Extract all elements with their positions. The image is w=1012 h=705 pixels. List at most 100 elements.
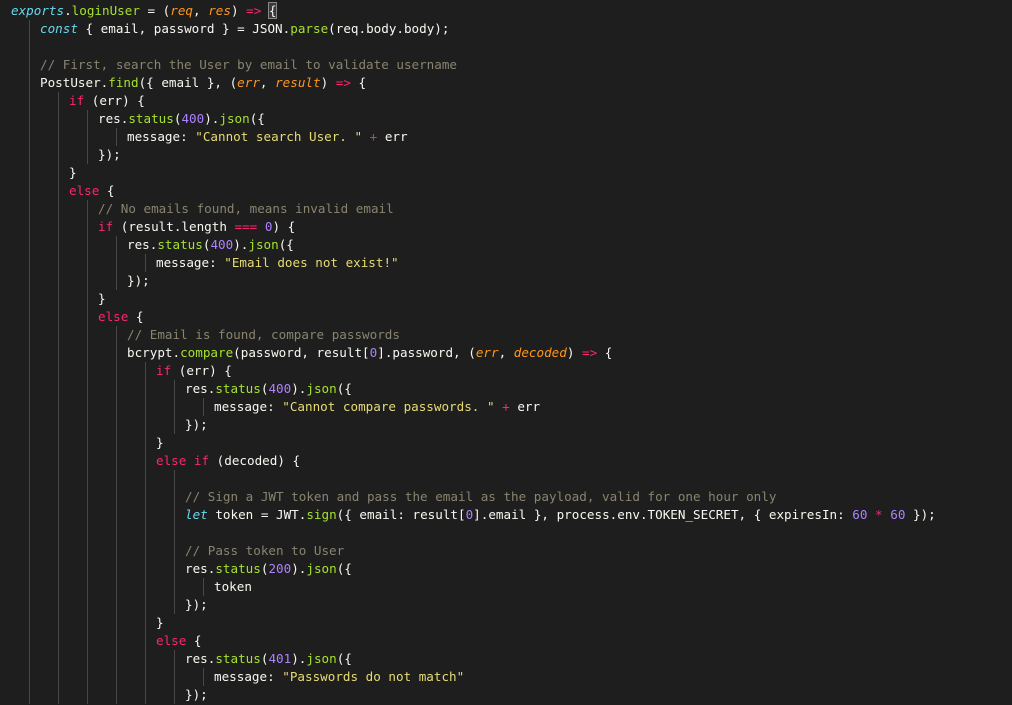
code-line[interactable]: else { xyxy=(11,182,1011,200)
code-line-content: // No emails found, means invalid email xyxy=(98,201,394,216)
indent-guide xyxy=(87,488,88,506)
code-line[interactable] xyxy=(11,38,1011,56)
indent-guide xyxy=(87,200,88,218)
code-line[interactable]: const { email, password } = JSON.parse(r… xyxy=(11,20,1011,38)
code-line[interactable]: bcrypt.compare(password, result[0].passw… xyxy=(11,344,1011,362)
code-text: = ( xyxy=(139,3,171,18)
code-line[interactable]: let token = JWT.sign({ email: result[0].… xyxy=(11,506,1011,524)
code-text: (err) { xyxy=(84,93,145,108)
operator-token: + xyxy=(502,399,510,414)
indent-guide xyxy=(58,506,59,524)
code-line[interactable]: res.status(400).json({ xyxy=(11,236,1011,254)
indent-guide xyxy=(116,326,117,344)
code-line[interactable]: }); xyxy=(11,146,1011,164)
code-line[interactable]: if (result.length === 0) { xyxy=(11,218,1011,236)
indent-guide xyxy=(87,596,88,614)
operator-token: => xyxy=(335,75,351,90)
indent-guide xyxy=(203,668,204,686)
indent-guide xyxy=(29,326,30,344)
code-line[interactable]: }); xyxy=(11,686,1011,704)
indent-guide xyxy=(116,272,117,290)
indent-guide xyxy=(174,470,175,488)
code-line[interactable]: } xyxy=(11,164,1011,182)
code-line[interactable]: message: "Cannot compare passwords. " + … xyxy=(11,398,1011,416)
code-line[interactable]: message: "Cannot search User. " + err xyxy=(11,128,1011,146)
code-line[interactable]: res.status(401).json({ xyxy=(11,650,1011,668)
function-token: sign xyxy=(306,507,337,522)
indent-guide xyxy=(145,560,146,578)
indent-guide xyxy=(87,452,88,470)
code-line[interactable]: // First, search the User by email to va… xyxy=(11,56,1011,74)
code-text: { xyxy=(128,309,144,324)
code-line[interactable]: token xyxy=(11,578,1011,596)
function-token: json xyxy=(219,111,250,126)
code-text: ({ xyxy=(336,651,352,666)
code-line[interactable]: } xyxy=(11,434,1011,452)
code-line[interactable]: exports.loginUser = (req, res) => { xyxy=(11,2,1011,20)
code-line[interactable]: }); xyxy=(11,416,1011,434)
number-token: 60 xyxy=(852,507,868,522)
indent-guide xyxy=(29,632,30,650)
code-line[interactable]: message: "Passwords do not match" xyxy=(11,668,1011,686)
code-line[interactable]: }); xyxy=(11,272,1011,290)
function-token: json xyxy=(306,381,337,396)
indent-guide xyxy=(58,524,59,542)
code-text: }); xyxy=(185,597,208,612)
code-text: }); xyxy=(98,147,121,162)
indent-guide xyxy=(58,560,59,578)
indent-guide xyxy=(58,686,59,704)
code-line-content: else { xyxy=(156,633,202,648)
code-text: res. xyxy=(185,381,216,396)
code-line[interactable] xyxy=(11,524,1011,542)
indent-guide xyxy=(87,254,88,272)
code-editor[interactable]: exports.loginUser = (req, res) => {const… xyxy=(0,0,1012,705)
indent-guide xyxy=(87,308,88,326)
indent-guide xyxy=(58,290,59,308)
code-line-content: // First, search the User by email to va… xyxy=(40,57,457,72)
function-token: parse xyxy=(290,21,329,36)
indent-guide xyxy=(116,362,117,380)
indent-guide xyxy=(58,452,59,470)
code-line[interactable]: // Email is found, compare passwords xyxy=(11,326,1011,344)
code-line[interactable]: PostUser.find({ email }, (err, result) =… xyxy=(11,74,1011,92)
string-token: "Cannot search User. " xyxy=(195,129,363,144)
code-line-content: }); xyxy=(185,687,208,702)
code-line[interactable]: // No emails found, means invalid email xyxy=(11,200,1011,218)
code-line[interactable]: res.status(200).json({ xyxy=(11,560,1011,578)
parameter-token: err xyxy=(237,75,260,90)
indent-guide xyxy=(29,398,30,416)
code-line[interactable]: res.status(400).json({ xyxy=(11,110,1011,128)
string-token: "Email does not exist!" xyxy=(224,255,399,270)
code-line[interactable]: else { xyxy=(11,308,1011,326)
function-token: status xyxy=(215,651,261,666)
code-line[interactable]: } xyxy=(11,290,1011,308)
indent-guide xyxy=(174,506,175,524)
code-line-content: res.status(200).json({ xyxy=(185,561,352,576)
code-area[interactable]: exports.loginUser = (req, res) => {const… xyxy=(11,2,1011,704)
code-line[interactable]: else if (decoded) { xyxy=(11,452,1011,470)
indent-guide xyxy=(29,434,30,452)
code-line[interactable]: else { xyxy=(11,632,1011,650)
parameter-token: req xyxy=(170,3,194,18)
code-line[interactable]: res.status(400).json({ xyxy=(11,380,1011,398)
code-line-content: res.status(400).json({ xyxy=(127,237,294,252)
indent-guide xyxy=(87,668,88,686)
code-line[interactable] xyxy=(11,470,1011,488)
code-text: { xyxy=(350,75,367,90)
code-line[interactable]: // Pass token to User xyxy=(11,542,1011,560)
code-line-content: } xyxy=(69,165,77,180)
indent-guide xyxy=(58,92,59,110)
code-line-content: message: "Passwords do not match" xyxy=(214,669,464,684)
code-text: ) xyxy=(230,3,247,18)
code-line[interactable]: }); xyxy=(11,596,1011,614)
code-line[interactable]: message: "Email does not exist!" xyxy=(11,254,1011,272)
code-line[interactable]: if (err) { xyxy=(11,92,1011,110)
code-line[interactable]: if (err) { xyxy=(11,362,1011,380)
indent-guide xyxy=(145,632,146,650)
code-line[interactable]: // Sign a JWT token and pass the email a… xyxy=(11,488,1011,506)
indent-guide xyxy=(29,470,30,488)
code-line[interactable]: } xyxy=(11,614,1011,632)
code-line-content: }); xyxy=(185,417,208,432)
indent-guide xyxy=(174,380,175,398)
indent-guide xyxy=(145,362,146,380)
